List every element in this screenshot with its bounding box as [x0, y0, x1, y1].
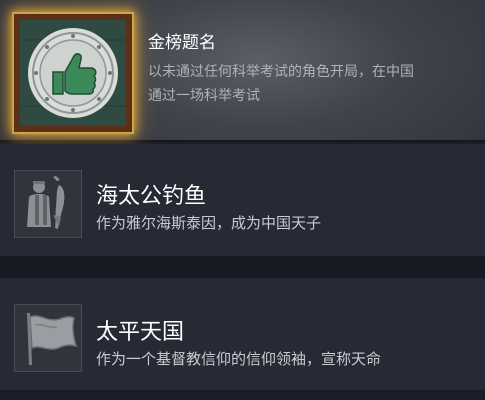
- achievement-item-featured[interactable]: 金榜题名 以未通过任何科举考试的角色开局，在中国 通过一场科举考试: [0, 0, 485, 142]
- achievement-description: 作为雅尔海斯泰因，成为中国天子: [96, 214, 322, 232]
- flag-icon: [14, 304, 82, 372]
- achievement-description-line-1: 以未通过任何科举考试的角色开局，在中国: [148, 64, 414, 80]
- achievement-description-line-2: 通过一场科举考试: [148, 88, 260, 104]
- achievement-title: 太平天国: [96, 320, 185, 345]
- fisherman-icon: [14, 170, 82, 238]
- achievement-description: 以未通过任何科举考试的角色开局，在中国 通过一场科举考试: [148, 60, 414, 108]
- section-divider: [0, 256, 485, 278]
- achievement-list: 金榜题名 以未通过任何科举考试的角色开局，在中国 通过一场科举考试 海太公钓鱼 …: [0, 0, 485, 400]
- achievement-item[interactable]: 太平天国 作为一个基督教信仰的信仰领袖，宣称天命: [0, 278, 485, 390]
- achievement-icon-frame: [14, 14, 132, 132]
- achievement-title: 金榜题名: [148, 33, 216, 53]
- achievement-item[interactable]: 海太公钓鱼 作为雅尔海斯泰因，成为中国天子: [0, 144, 485, 256]
- achievement-description: 作为一个基督教信仰的信仰领袖，宣称天命: [96, 350, 382, 368]
- thumbs-up-medal-icon: [20, 20, 126, 126]
- achievement-title: 海太公钓鱼: [96, 184, 207, 209]
